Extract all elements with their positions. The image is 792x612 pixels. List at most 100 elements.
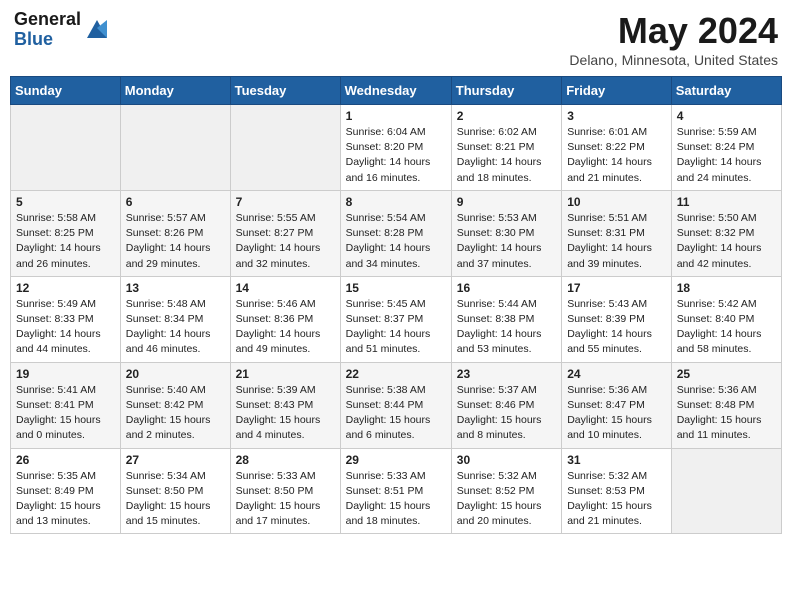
day-number: 2 [457,109,556,123]
calendar-week-row: 26 Sunrise: 5:35 AMSunset: 8:49 PMDayligh… [11,448,782,534]
calendar-cell: 1 Sunrise: 6:04 AMSunset: 8:20 PMDaylight… [340,105,451,191]
day-number: 31 [567,453,666,467]
day-number: 21 [236,367,335,381]
day-info: Sunrise: 5:33 AMSunset: 8:51 PMDaylight:… [346,469,446,530]
calendar-cell: 14 Sunrise: 5:46 AMSunset: 8:36 PMDayligh… [230,276,340,362]
day-number: 10 [567,195,666,209]
calendar-cell: 23 Sunrise: 5:37 AMSunset: 8:46 PMDayligh… [451,362,561,448]
calendar-cell: 3Sunrise: 6:01 AMSunset: 8:22 PMDaylight… [562,105,672,191]
day-number: 27 [126,453,225,467]
calendar-header-tuesday: Tuesday [230,77,340,105]
day-info: Sunrise: 5:39 AMSunset: 8:43 PMDaylight:… [236,383,335,444]
day-info: Sunrise: 5:37 AMSunset: 8:46 PMDaylight:… [457,383,556,444]
day-info: Sunrise: 5:45 AMSunset: 8:37 PMDaylight:… [346,297,446,358]
day-number: 6 [126,195,225,209]
day-number: 16 [457,281,556,295]
day-number: 5 [16,195,115,209]
calendar-cell: 25 Sunrise: 5:36 AMSunset: 8:48 PMDayligh… [671,362,781,448]
calendar-cell: 2 Sunrise: 6:02 AMSunset: 8:21 PMDaylight… [451,105,561,191]
day-number: 19 [16,367,115,381]
calendar-cell: 5 Sunrise: 5:58 AMSunset: 8:25 PMDaylight… [11,190,121,276]
day-info: Sunrise: 5:57 AMSunset: 8:26 PMDaylight:… [126,211,225,272]
calendar-week-row: 5 Sunrise: 5:58 AMSunset: 8:25 PMDaylight… [11,190,782,276]
calendar-week-row: 1 Sunrise: 6:04 AMSunset: 8:20 PMDaylight… [11,105,782,191]
calendar-cell: 10Sunrise: 5:51 AMSunset: 8:31 PMDayligh… [562,190,672,276]
day-number: 14 [236,281,335,295]
calendar-cell: 7 Sunrise: 5:55 AMSunset: 8:27 PMDaylight… [230,190,340,276]
day-info: Sunrise: 5:59 AMSunset: 8:24 PMDaylight:… [677,125,776,186]
month-year: May 2024 [569,10,778,52]
day-number: 7 [236,195,335,209]
day-number: 15 [346,281,446,295]
day-info: Sunrise: 5:44 AMSunset: 8:38 PMDaylight:… [457,297,556,358]
day-info: Sunrise: 5:32 AMSunset: 8:53 PMDaylight:… [567,469,666,530]
day-info: Sunrise: 5:40 AMSunset: 8:42 PMDaylight:… [126,383,225,444]
calendar-cell: 4 Sunrise: 5:59 AMSunset: 8:24 PMDaylight… [671,105,781,191]
calendar-week-row: 19 Sunrise: 5:41 AMSunset: 8:41 PMDayligh… [11,362,782,448]
calendar-cell: 20 Sunrise: 5:40 AMSunset: 8:42 PMDayligh… [120,362,230,448]
calendar-header-thursday: Thursday [451,77,561,105]
calendar-header-friday: Friday [562,77,672,105]
calendar-cell: 29Sunrise: 5:33 AMSunset: 8:51 PMDayligh… [340,448,451,534]
calendar-week-row: 12Sunrise: 5:49 AMSunset: 8:33 PMDayligh… [11,276,782,362]
day-number: 3 [567,109,666,123]
day-number: 22 [346,367,446,381]
day-number: 13 [126,281,225,295]
calendar-header-row: SundayMondayTuesdayWednesdayThursdayFrid… [11,77,782,105]
day-number: 1 [346,109,446,123]
day-info: Sunrise: 5:54 AMSunset: 8:28 PMDaylight:… [346,211,446,272]
calendar-cell: 21 Sunrise: 5:39 AMSunset: 8:43 PMDayligh… [230,362,340,448]
logo-icon [83,14,111,42]
day-info: Sunrise: 6:02 AMSunset: 8:21 PMDaylight:… [457,125,556,186]
calendar-cell: 17 Sunrise: 5:43 AMSunset: 8:39 PMDayligh… [562,276,672,362]
day-info: Sunrise: 5:55 AMSunset: 8:27 PMDaylight:… [236,211,335,272]
day-number: 18 [677,281,776,295]
day-info: Sunrise: 5:48 AMSunset: 8:34 PMDaylight:… [126,297,225,358]
day-number: 4 [677,109,776,123]
day-info: Sunrise: 5:50 AMSunset: 8:32 PMDaylight:… [677,211,776,272]
logo: General Blue [14,10,111,50]
day-number: 8 [346,195,446,209]
calendar-cell: 22 Sunrise: 5:38 AMSunset: 8:44 PMDayligh… [340,362,451,448]
day-info: Sunrise: 5:36 AMSunset: 8:47 PMDaylight:… [567,383,666,444]
calendar-header-wednesday: Wednesday [340,77,451,105]
calendar-header-sunday: Sunday [11,77,121,105]
day-info: Sunrise: 5:46 AMSunset: 8:36 PMDaylight:… [236,297,335,358]
day-number: 23 [457,367,556,381]
calendar-cell: 11 Sunrise: 5:50 AMSunset: 8:32 PMDayligh… [671,190,781,276]
calendar-cell [11,105,121,191]
calendar-cell: 9Sunrise: 5:53 AMSunset: 8:30 PMDaylight… [451,190,561,276]
day-number: 17 [567,281,666,295]
day-info: Sunrise: 6:04 AMSunset: 8:20 PMDaylight:… [346,125,446,186]
page-header: General Blue May 2024 Delano, Minnesota,… [10,10,782,68]
calendar-cell: 12Sunrise: 5:49 AMSunset: 8:33 PMDayligh… [11,276,121,362]
day-info: Sunrise: 5:53 AMSunset: 8:30 PMDaylight:… [457,211,556,272]
calendar-cell: 15 Sunrise: 5:45 AMSunset: 8:37 PMDayligh… [340,276,451,362]
day-number: 26 [16,453,115,467]
calendar-cell: 26 Sunrise: 5:35 AMSunset: 8:49 PMDayligh… [11,448,121,534]
day-info: Sunrise: 5:34 AMSunset: 8:50 PMDaylight:… [126,469,225,530]
logo-general-text: General [14,10,81,30]
calendar-cell [671,448,781,534]
calendar-cell [230,105,340,191]
location: Delano, Minnesota, United States [569,52,778,68]
day-number: 28 [236,453,335,467]
day-info: Sunrise: 5:58 AMSunset: 8:25 PMDaylight:… [16,211,115,272]
day-number: 30 [457,453,556,467]
day-number: 11 [677,195,776,209]
day-number: 25 [677,367,776,381]
calendar-cell: 31 Sunrise: 5:32 AMSunset: 8:53 PMDayligh… [562,448,672,534]
day-info: Sunrise: 5:41 AMSunset: 8:41 PMDaylight:… [16,383,115,444]
calendar-cell: 30Sunrise: 5:32 AMSunset: 8:52 PMDayligh… [451,448,561,534]
day-info: Sunrise: 5:35 AMSunset: 8:49 PMDaylight:… [16,469,115,530]
calendar-cell: 16 Sunrise: 5:44 AMSunset: 8:38 PMDayligh… [451,276,561,362]
day-info: Sunrise: 5:43 AMSunset: 8:39 PMDaylight:… [567,297,666,358]
calendar-cell: 18Sunrise: 5:42 AMSunset: 8:40 PMDayligh… [671,276,781,362]
day-info: Sunrise: 5:36 AMSunset: 8:48 PMDaylight:… [677,383,776,444]
day-info: Sunrise: 5:49 AMSunset: 8:33 PMDaylight:… [16,297,115,358]
calendar-header-monday: Monday [120,77,230,105]
day-number: 20 [126,367,225,381]
day-number: 24 [567,367,666,381]
day-info: Sunrise: 5:38 AMSunset: 8:44 PMDaylight:… [346,383,446,444]
calendar-cell: 6 Sunrise: 5:57 AMSunset: 8:26 PMDaylight… [120,190,230,276]
